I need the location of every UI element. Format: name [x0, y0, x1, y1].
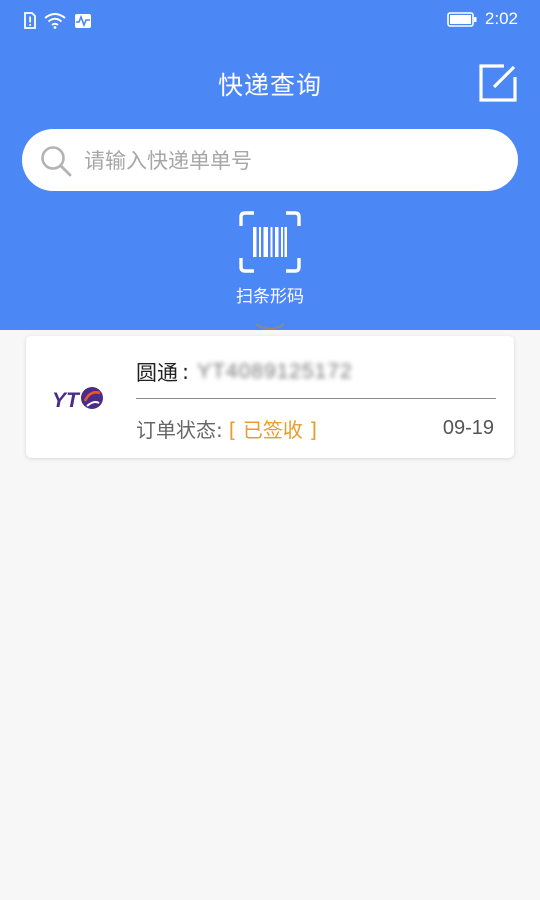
search-icon [41, 146, 72, 177]
edit-square-icon[interactable] [478, 63, 518, 103]
order-status-row: 订单状态: [ 已签收 ] [136, 413, 317, 443]
yto-logo-icon: YT [52, 387, 103, 412]
barcode-scan-icon[interactable] [238, 210, 302, 274]
card-divider [136, 398, 496, 399]
search-input[interactable] [84, 145, 484, 177]
tracking-number: YT4089125172 [197, 360, 353, 383]
battery-icon [447, 11, 477, 27]
scan-barcode-label[interactable]: 扫条形码 [0, 282, 540, 307]
chevron-down-icon[interactable] [254, 322, 286, 334]
order-date: 09-19 [442, 416, 494, 439]
status-bar: 2:02 [0, 0, 540, 44]
order-company-row: 圆通 : YT4089125172 [136, 357, 353, 387]
status-label: 订单状态: [136, 417, 223, 442]
page-title: 快递查询 [217, 71, 322, 100]
wifi-icon [44, 12, 66, 29]
status-badge: [ 已签收 ] [228, 417, 318, 442]
svg-text:YT: YT [52, 389, 81, 412]
status-time: 2:02 [484, 9, 518, 28]
sim-alert-icon [24, 12, 36, 29]
company-name: 圆通 [136, 361, 178, 385]
company-separator: : [182, 360, 190, 384]
activity-icon [75, 13, 91, 28]
